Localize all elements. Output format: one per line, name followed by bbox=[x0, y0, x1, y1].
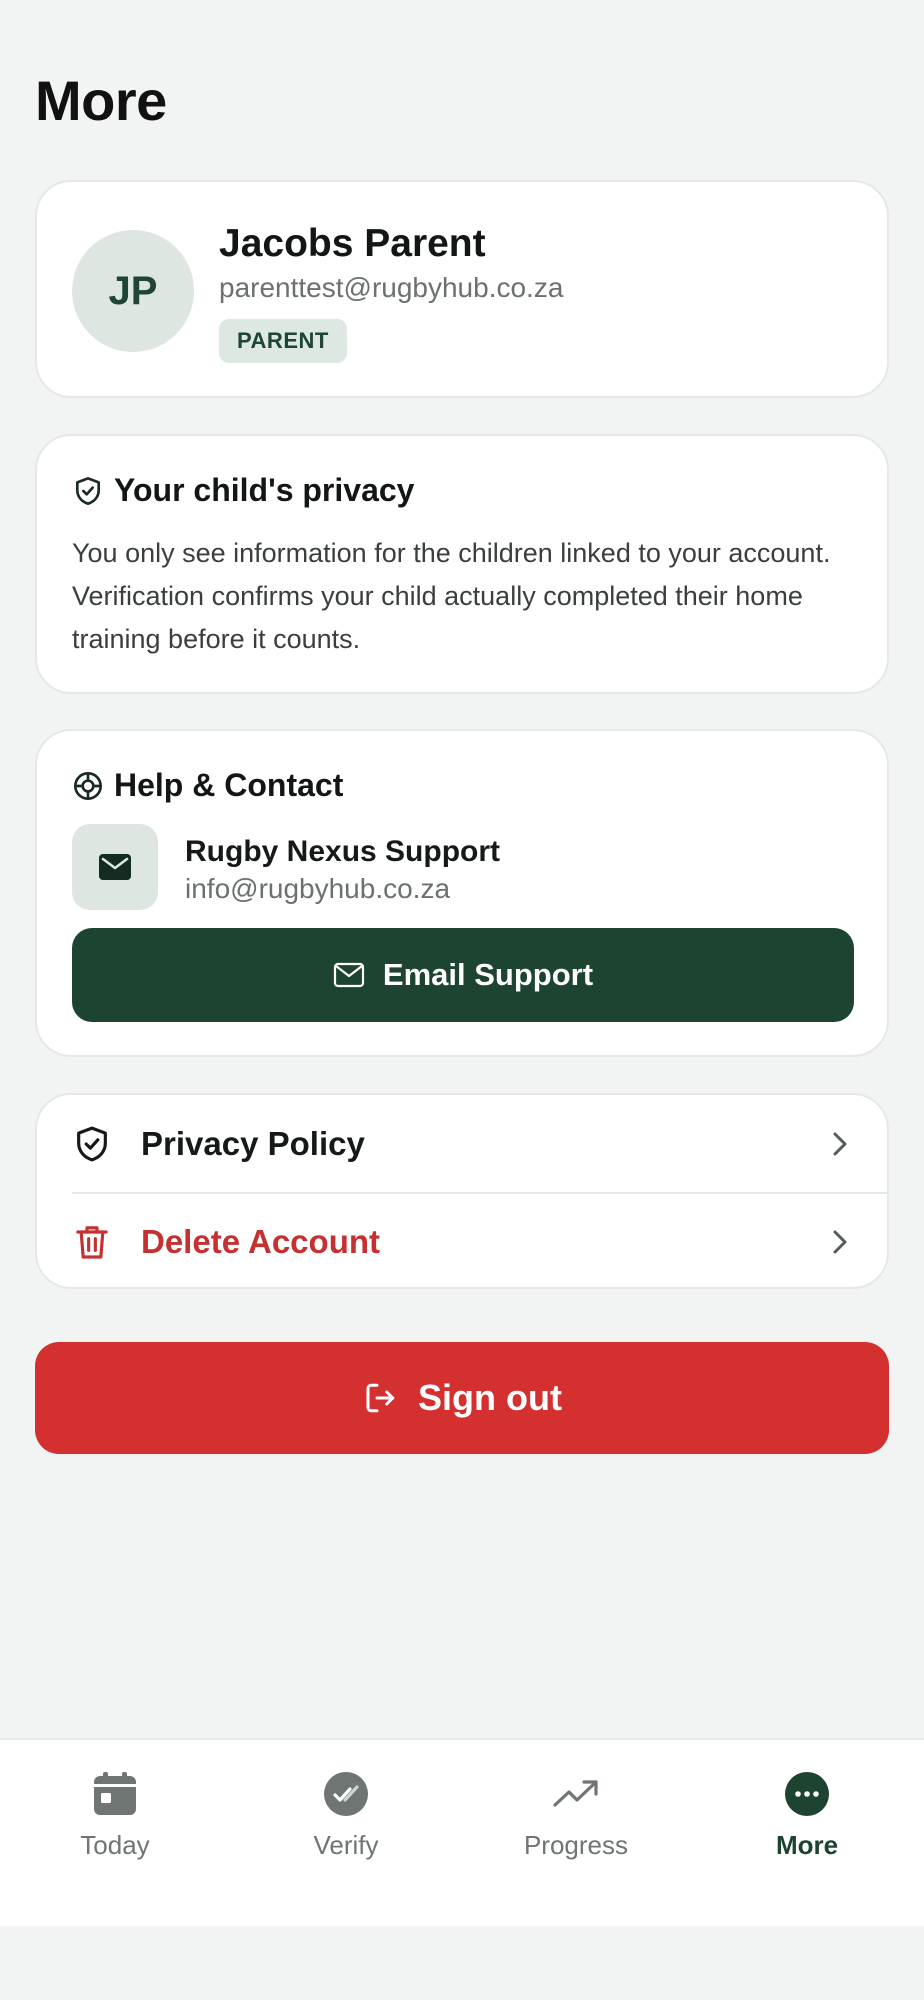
profile-name: Jacobs Parent bbox=[219, 222, 486, 265]
support-name: Rugby Nexus Support bbox=[185, 835, 501, 868]
sign-out-label: Sign out bbox=[418, 1377, 562, 1418]
nav-progress-label: Progress bbox=[523, 1830, 629, 1860]
delete-account-row[interactable]: Delete Account bbox=[37, 1193, 887, 1287]
profile-card: JP Jacobs Parent parenttest@rugbyhub.co.… bbox=[35, 180, 889, 398]
nav-today[interactable]: Today bbox=[15, 1770, 215, 1880]
support-mail-icon-box bbox=[72, 824, 158, 910]
chevron-right-icon bbox=[833, 1230, 847, 1253]
nav-progress[interactable]: Progress bbox=[476, 1770, 676, 1880]
logout-icon bbox=[366, 1383, 395, 1413]
trash-icon bbox=[76, 1225, 108, 1259]
links-card: Privacy Policy Delete Account bbox=[35, 1093, 889, 1289]
lifebuoy-icon bbox=[74, 771, 102, 800]
support-email: info@rugbyhub.co.za bbox=[185, 873, 451, 904]
privacy-title: Your child's privacy bbox=[114, 472, 415, 508]
nav-verify[interactable]: Verify bbox=[246, 1770, 446, 1880]
privacy-card: Your child's privacy You only see inform… bbox=[35, 434, 889, 694]
privacy-policy-row[interactable]: Privacy Policy bbox=[37, 1095, 887, 1192]
bottom-nav: Today Verify Progress More bbox=[0, 1738, 924, 1926]
email-support-button[interactable]: Email Support bbox=[72, 928, 854, 1022]
shield-check-icon bbox=[77, 1126, 107, 1161]
help-title: Help & Contact bbox=[114, 767, 344, 803]
more-dots-icon bbox=[785, 1772, 829, 1816]
nav-today-label: Today bbox=[80, 1830, 150, 1860]
role-badge: PARENT bbox=[219, 319, 347, 363]
mail-outline-icon bbox=[333, 962, 365, 988]
help-contact-card: Help & Contact Rugby Nexus Support info@… bbox=[35, 729, 889, 1057]
trending-up-icon bbox=[553, 1780, 598, 1807]
system-gesture-area bbox=[0, 1926, 924, 2000]
privacy-header: Your child's privacy bbox=[72, 472, 414, 509]
shield-check-icon bbox=[76, 476, 100, 505]
nav-more-label: More bbox=[775, 1830, 839, 1860]
sign-out-button[interactable]: Sign out bbox=[35, 1342, 889, 1454]
calendar-icon bbox=[94, 1772, 136, 1815]
mail-icon bbox=[99, 854, 131, 880]
help-header: Help & Contact bbox=[72, 767, 343, 804]
delete-account-label: Delete Account bbox=[141, 1222, 380, 1260]
page-title: More bbox=[35, 69, 167, 132]
check-circle-icon bbox=[324, 1772, 368, 1816]
chevron-right-icon bbox=[833, 1132, 847, 1155]
more-screen: More JP Jacobs Parent parenttest@rugbyhu… bbox=[0, 0, 924, 2000]
privacy-policy-label: Privacy Policy bbox=[141, 1124, 365, 1162]
profile-email: parenttest@rugbyhub.co.za bbox=[219, 272, 564, 303]
nav-more[interactable]: More bbox=[707, 1770, 907, 1880]
nav-verify-label: Verify bbox=[313, 1830, 379, 1860]
email-support-label: Email Support bbox=[382, 957, 594, 992]
avatar: JP bbox=[72, 230, 194, 352]
privacy-description: You only see information for the childre… bbox=[72, 538, 831, 654]
